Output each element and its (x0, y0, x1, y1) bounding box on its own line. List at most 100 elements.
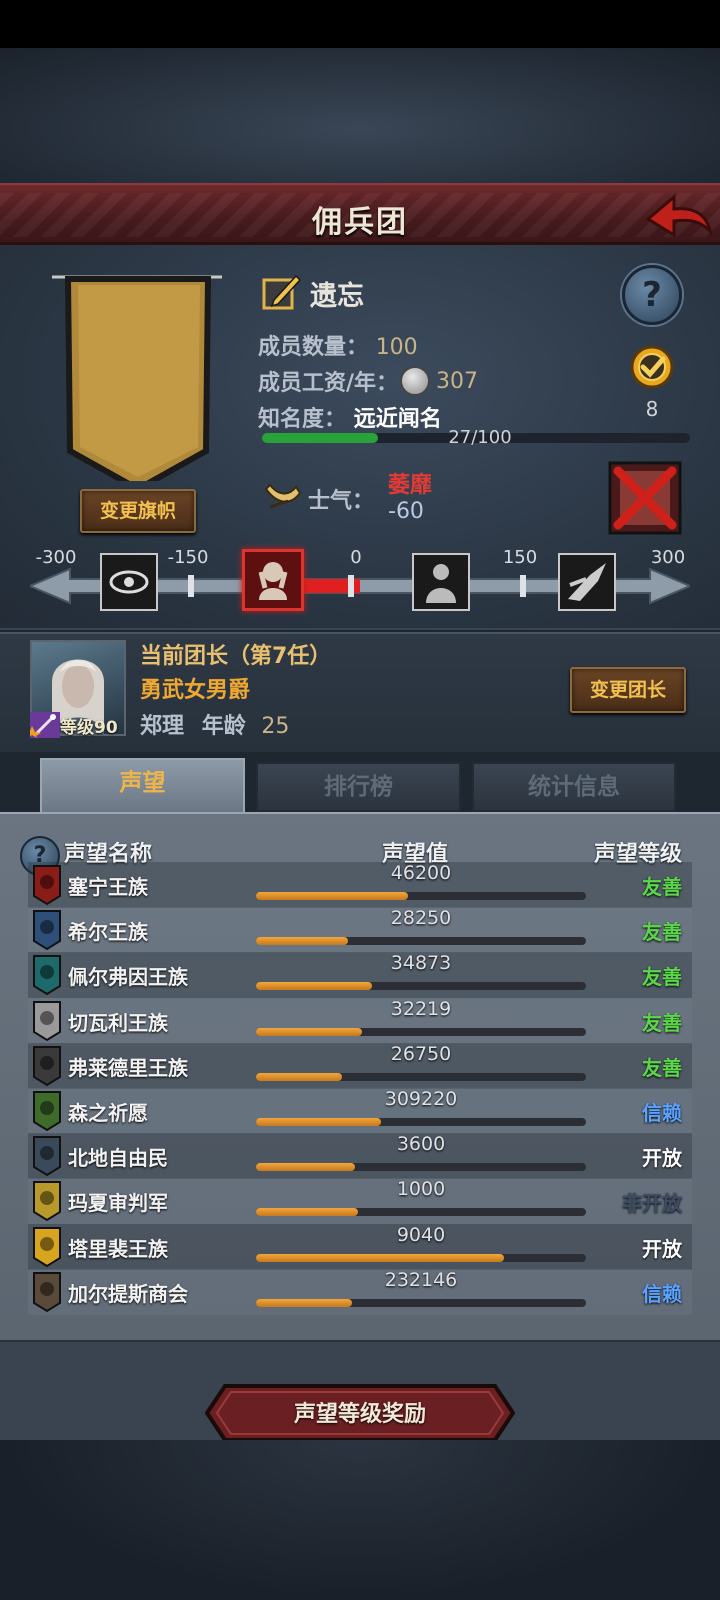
leader-age: 25 (261, 714, 290, 739)
fame-state: 远近闻名 (353, 407, 442, 432)
faction-reputation-bar (256, 1072, 586, 1081)
leader-title: 当前团长（第7任） (140, 644, 332, 669)
fame-stat: 知名度： 远近闻名 (258, 401, 442, 433)
horn-icon (262, 479, 302, 519)
faction-name: 塔里裴王族 (68, 1236, 168, 1261)
reputation-row[interactable]: 加尔提斯商会 232146 信赖 (28, 1268, 692, 1315)
faction-reputation-level: 非开放 (622, 1191, 682, 1216)
morale-eye-icon (100, 553, 158, 611)
dismiss-skill-button[interactable] (608, 461, 682, 535)
status-bar (0, 0, 720, 48)
faction-reputation-bar (256, 1253, 586, 1262)
faction-reputation-value: 1000 (396, 1178, 446, 1201)
faction-reputation-fill (256, 1253, 504, 1262)
guild-name: 遗忘 (310, 280, 364, 312)
faction-crest-icon (33, 1045, 61, 1086)
faction-reputation-fill (256, 892, 408, 900)
faction-reputation-fill (256, 1163, 355, 1172)
faction-crest-icon (33, 955, 61, 996)
faction-reputation-bar (256, 1163, 586, 1172)
tab-reputation[interactable]: 声望 (40, 758, 245, 814)
morale-charge-icon (558, 553, 616, 611)
wage-label: 成员工资/年： (258, 371, 399, 396)
faction-reputation-level: 友善 (642, 965, 682, 990)
faction-reputation-value: 34873 (390, 952, 452, 975)
reputation-row[interactable]: 弗莱德里王族 26750 友善 (28, 1042, 692, 1089)
back-button[interactable] (644, 191, 714, 241)
faction-name: 佩尔弗因王族 (68, 965, 188, 990)
faction-crest-icon (33, 865, 61, 906)
faction-reputation-bar (256, 937, 586, 946)
wage-value: 307 (436, 368, 479, 394)
faction-crest-icon (33, 910, 61, 951)
laurel-check-icon (630, 345, 674, 389)
leader-name-row: 郑理 年龄 25 (140, 708, 289, 740)
wage-stat: 成员工资/年： 307 (258, 365, 478, 397)
reputation-row[interactable]: 塞宁王族 46200 友善 (28, 862, 692, 908)
title-bar: 佣兵团 (0, 183, 720, 245)
faction-reputation-level: 信赖 (642, 1101, 682, 1125)
leader-age-label: 年龄 (201, 714, 246, 739)
class-staff-icon (27, 712, 60, 738)
faction-reputation-value: 32219 (390, 997, 452, 1020)
reputation-row[interactable]: 塔里裴王族 9040 开放 (28, 1223, 692, 1270)
leader-level: 等级90 (60, 718, 118, 738)
members-value: 100 (375, 335, 418, 360)
faction-reputation-level: 友善 (642, 920, 682, 945)
faction-reputation-fill (256, 982, 372, 991)
reputation-reward-label: 声望等级奖励 (293, 1402, 426, 1427)
faction-reputation-value: 46200 (390, 862, 452, 884)
tab-ranking[interactable]: 排行榜 (256, 762, 461, 812)
faction-reputation-bar (256, 1208, 586, 1217)
guild-info-panel: 变更旗帜 遗忘 成员数量： 100 成员工资/年： 307 知名度： 远近闻名 … (0, 245, 720, 630)
edit-icon[interactable] (262, 272, 302, 314)
reputation-row[interactable]: 希尔王族 28250 友善 (28, 907, 692, 954)
faction-name: 玛夏审判军 (68, 1191, 168, 1216)
tab-statistics[interactable]: 统计信息 (472, 762, 676, 812)
guild-banner (50, 271, 225, 493)
silver-coin-icon (400, 366, 431, 396)
faction-crest-icon (33, 1226, 61, 1267)
members-stat: 成员数量： 100 (258, 329, 418, 361)
faction-crest-icon (33, 1181, 61, 1222)
page-title: 佣兵团 (312, 205, 408, 240)
morale-value: -60 (388, 499, 424, 524)
faction-reputation-bar (256, 1027, 586, 1036)
question-icon: ? (642, 275, 662, 315)
faction-reputation-value: 28250 (390, 907, 452, 930)
change-banner-button[interactable]: 变更旗帜 (80, 489, 196, 533)
faction-name: 切瓦利王族 (68, 1010, 168, 1035)
faction-name: 希尔王族 (68, 920, 148, 945)
faction-crest-icon (33, 1091, 61, 1132)
back-arrow-icon (645, 193, 713, 238)
morale-despair-icon (242, 549, 304, 611)
tab-bar: 声望 排行榜 统计信息 (30, 758, 690, 814)
faction-crest-icon (33, 1000, 61, 1041)
faction-reputation-fill (256, 1072, 342, 1081)
help-button[interactable]: ? (622, 265, 682, 325)
faction-reputation-bar (256, 1118, 586, 1126)
faction-name: 北地自由民 (68, 1146, 168, 1171)
top-backdrop (0, 48, 720, 183)
faction-reputation-level: 信赖 (642, 1281, 682, 1306)
reputation-row[interactable]: 玛夏审判军 1000 非开放 (28, 1178, 692, 1225)
change-leader-button[interactable]: 变更团长 (570, 667, 686, 713)
morale-state: 萎靡 (388, 473, 433, 498)
faction-reputation-level: 友善 (642, 1055, 682, 1080)
faction-reputation-fill (256, 1027, 362, 1036)
faction-reputation-bar (256, 1298, 586, 1307)
members-label: 成员数量： (258, 335, 369, 360)
reputation-row[interactable]: 佩尔弗因王族 34873 友善 (28, 952, 692, 999)
morale-label: 士气： (308, 489, 375, 514)
faction-name: 加尔提斯商会 (68, 1281, 188, 1306)
fame-label: 知名度： (258, 407, 347, 432)
reputation-row[interactable]: 森之祈愿 309220 信赖 (28, 1088, 692, 1134)
faction-reputation-fill (256, 1208, 359, 1217)
achievement-button[interactable]: 8 (622, 343, 682, 421)
guild-name-row[interactable]: 遗忘 (262, 271, 364, 315)
faction-reputation-value: 309220 (384, 1088, 458, 1110)
faction-reputation-fill (256, 1118, 382, 1126)
reputation-row[interactable]: 切瓦利王族 32219 友善 (28, 997, 692, 1044)
faction-reputation-level: 开放 (642, 1146, 682, 1171)
reputation-row[interactable]: 北地自由民 3600 开放 (28, 1133, 692, 1180)
